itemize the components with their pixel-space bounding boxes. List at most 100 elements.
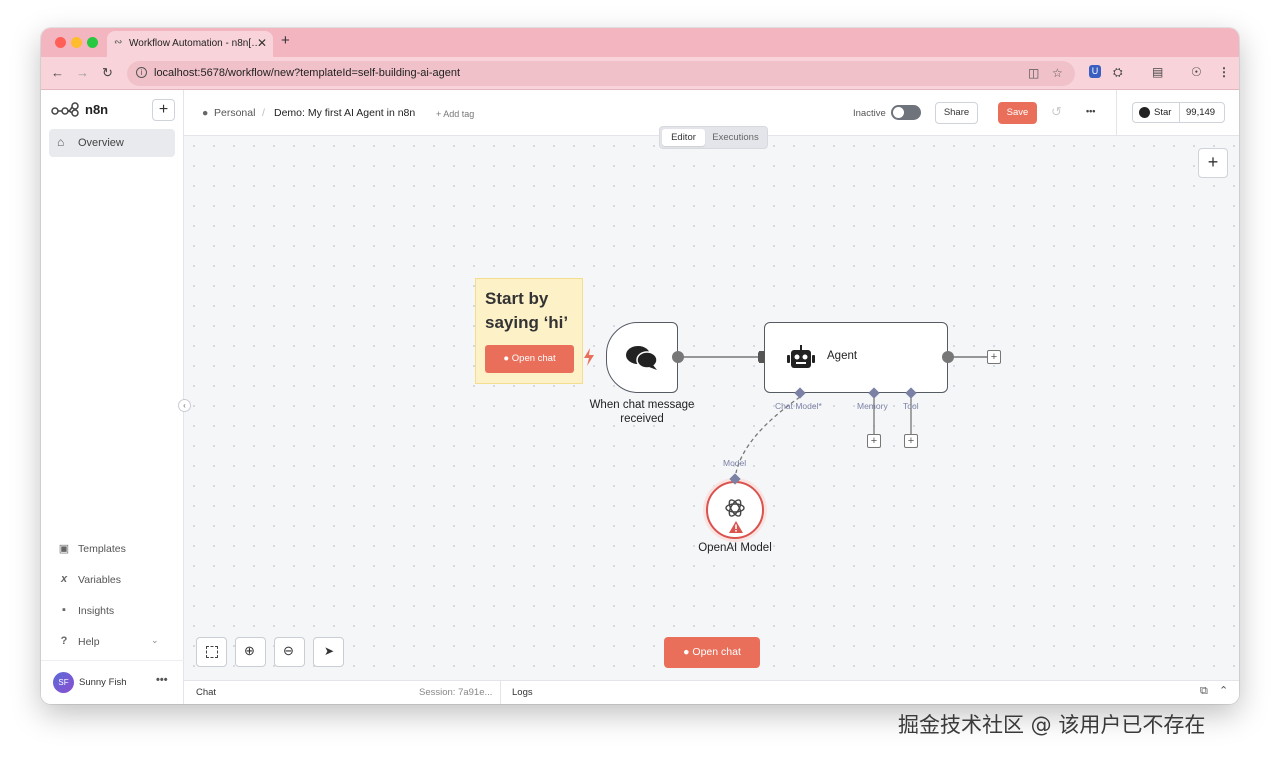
site-info-icon[interactable]: i bbox=[136, 67, 147, 78]
share-button[interactable]: Share bbox=[935, 102, 978, 124]
n8n-app: n8n + ⌂ Overview ▣ Templates x Variables… bbox=[41, 90, 1239, 704]
agent-input-handle[interactable] bbox=[759, 351, 765, 363]
session-id: Session: 7a91e... bbox=[419, 687, 493, 698]
extensions-icon[interactable]: ⛭ bbox=[1113, 65, 1123, 80]
agent-output-handle[interactable] bbox=[942, 351, 954, 363]
sidebar-item-label: Help bbox=[78, 636, 100, 648]
sidebar-item-overview[interactable]: ⌂ Overview bbox=[49, 129, 175, 157]
chat-bubbles-icon bbox=[626, 346, 658, 370]
sidebar-item-templates[interactable]: ▣ Templates bbox=[57, 541, 177, 559]
help-icon: ? bbox=[60, 635, 68, 647]
screen-cast-icon[interactable]: ▤ bbox=[1152, 65, 1163, 79]
star-divider bbox=[1179, 103, 1180, 122]
add-memory-button[interactable]: + bbox=[867, 434, 881, 448]
openai-icon bbox=[725, 499, 745, 517]
sidebar-item-insights[interactable]: ▪ Insights bbox=[57, 603, 177, 621]
zoom-out-icon: ⊖ bbox=[283, 643, 294, 658]
trigger-node[interactable] bbox=[606, 322, 678, 393]
templates-icon: ▣ bbox=[58, 543, 70, 555]
github-star-button[interactable]: Star 99,149 bbox=[1132, 102, 1225, 123]
user-menu-icon[interactable]: ••• bbox=[156, 674, 168, 686]
browser-tab[interactable]: ∾ Workflow Automation - n8n[… ✕ bbox=[107, 31, 273, 57]
tab-close-icon[interactable]: ✕ bbox=[257, 36, 267, 50]
browser-toolbar: ← → ↻ i localhost:5678/workflow/new?temp… bbox=[41, 57, 1239, 90]
zoom-in-button[interactable]: ⊕ bbox=[235, 637, 266, 667]
logs-panel-tab[interactable]: Logs bbox=[512, 687, 533, 698]
tool-handle-label: Tool bbox=[903, 401, 919, 411]
robot-icon bbox=[787, 345, 815, 368]
trigger-output-handle[interactable] bbox=[672, 351, 684, 363]
connections-layer bbox=[677, 352, 987, 474]
model-handle-label: Model bbox=[723, 458, 747, 468]
create-button[interactable]: + bbox=[152, 99, 175, 121]
forward-arrow-icon[interactable]: → bbox=[76, 65, 89, 80]
minimize-window-button[interactable] bbox=[71, 37, 82, 48]
profile-icon[interactable]: ☉ bbox=[1191, 65, 1202, 79]
zoom-in-icon: ⊕ bbox=[244, 643, 255, 658]
undo-history-icon[interactable]: ↺ bbox=[1051, 104, 1062, 120]
back-arrow-icon[interactable]: ← bbox=[51, 65, 64, 80]
add-tag-button[interactable]: + Add tag bbox=[436, 109, 474, 119]
expand-panel-icon[interactable]: ⌃ bbox=[1219, 684, 1228, 697]
openai-model-node-label: OpenAI Model bbox=[698, 542, 772, 554]
sidebar-item-label: Insights bbox=[78, 605, 115, 617]
warning-icon bbox=[729, 521, 743, 533]
openai-model-node[interactable] bbox=[706, 481, 764, 539]
browser-titlebar: ∾ Workflow Automation - n8n[… ✕ + bbox=[41, 28, 1239, 57]
avatar[interactable]: SF bbox=[53, 672, 74, 693]
active-toggle[interactable] bbox=[891, 105, 921, 120]
fit-view-button[interactable] bbox=[196, 637, 227, 667]
user-name: Sunny Fish bbox=[79, 677, 127, 688]
workflow-canvas[interactable]: Editor Executions + ‹ Start by saying ‘h… bbox=[178, 126, 1239, 680]
trigger-node-label-line1: When chat message bbox=[589, 399, 695, 411]
user-area[interactable]: SF Sunny Fish ••• bbox=[41, 660, 184, 704]
workflow-menu-icon[interactable]: ••• bbox=[1086, 106, 1095, 116]
github-icon bbox=[1139, 107, 1150, 118]
popout-icon[interactable]: ⧉ bbox=[1200, 685, 1208, 698]
open-chat-button[interactable]: ● Open chat bbox=[664, 637, 760, 668]
breadcrumb-separator: / bbox=[262, 107, 265, 119]
chevron-down-icon: ⌄ bbox=[151, 635, 159, 645]
add-tool-button[interactable]: + bbox=[904, 434, 918, 448]
home-icon: ⌂ bbox=[57, 135, 65, 149]
browser-window: ∾ Workflow Automation - n8n[… ✕ + ← → ↻ … bbox=[41, 28, 1239, 704]
new-tab-button[interactable]: + bbox=[281, 32, 290, 49]
address-bar[interactable]: i localhost:5678/workflow/new?templateId… bbox=[127, 61, 1075, 86]
maximize-window-button[interactable] bbox=[87, 37, 98, 48]
browser-menu-icon[interactable]: ⋮ bbox=[1218, 65, 1230, 79]
person-icon: ● bbox=[202, 107, 209, 119]
save-button[interactable]: Save bbox=[998, 102, 1037, 124]
add-next-node-button[interactable]: + bbox=[987, 350, 1001, 364]
trigger-node-label: When chat message received bbox=[579, 398, 705, 426]
sidebar-item-variables[interactable]: x Variables bbox=[57, 572, 177, 590]
logo-text: n8n bbox=[85, 102, 109, 117]
header-divider bbox=[1116, 90, 1117, 136]
watermark-text: 掘金技术社区 @ 该用户已不存在 bbox=[898, 713, 1206, 737]
reload-icon[interactable]: ↻ bbox=[102, 65, 113, 81]
translate-icon[interactable]: ◫ bbox=[1028, 66, 1039, 80]
chat-bubble-icon: ● bbox=[683, 646, 690, 658]
panel-divider bbox=[500, 681, 501, 704]
close-window-button[interactable] bbox=[55, 37, 66, 48]
sidebar-item-help[interactable]: ? Help ⌄ bbox=[57, 634, 177, 652]
chat-panel-tab[interactable]: Chat bbox=[196, 687, 216, 698]
n8n-favicon-icon: ∾ bbox=[114, 37, 123, 48]
sidebar: n8n + ⌂ Overview ▣ Templates x Variables… bbox=[41, 90, 184, 704]
zoom-out-button[interactable]: ⊖ bbox=[274, 637, 305, 667]
tidy-up-button[interactable]: ➤ bbox=[313, 637, 344, 667]
bottom-panel-bar: Chat Session: 7a91e... Logs ⧉ ⌃ bbox=[184, 680, 1239, 704]
chat-model-handle-label: Chat Model* bbox=[775, 401, 822, 411]
bookmark-star-icon[interactable]: ☆ bbox=[1052, 66, 1063, 80]
password-manager-icon[interactable]: U bbox=[1089, 65, 1101, 78]
open-chat-label: Open chat bbox=[692, 646, 741, 658]
breadcrumb-project[interactable]: Personal bbox=[214, 107, 255, 119]
insights-icon: ▪ bbox=[62, 604, 66, 616]
agent-node[interactable]: Agent bbox=[764, 322, 948, 393]
active-status-label: Inactive bbox=[853, 108, 886, 119]
agent-node-label: Agent bbox=[827, 350, 858, 362]
fit-view-icon bbox=[206, 646, 218, 658]
sidebar-item-label: Variables bbox=[78, 574, 121, 586]
workflow-name[interactable]: Demo: My first AI Agent in n8n bbox=[274, 107, 415, 119]
url-text[interactable]: localhost:5678/workflow/new?templateId=s… bbox=[154, 67, 460, 79]
github-star-count: 99,149 bbox=[1186, 107, 1216, 118]
